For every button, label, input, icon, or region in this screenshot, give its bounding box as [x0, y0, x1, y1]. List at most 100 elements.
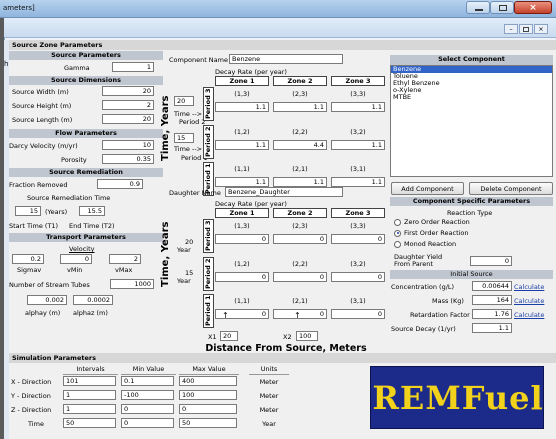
minimize-button[interactable] — [466, 1, 490, 14]
list-item[interactable]: o-Xylene — [391, 87, 552, 94]
component-decay-input[interactable] — [331, 140, 385, 150]
daughter-decay-input[interactable] — [215, 234, 269, 244]
mdi-minimize-button[interactable]: – — [504, 24, 518, 34]
width-label: Source Width (m) — [12, 88, 69, 96]
sim-value-input[interactable] — [121, 376, 174, 386]
sim-value-input[interactable] — [179, 376, 237, 386]
x1-input[interactable] — [220, 331, 238, 341]
transport-header: Transport Parameters — [9, 233, 163, 242]
x2-label: X2 — [283, 333, 292, 341]
sim-value-input[interactable] — [63, 376, 116, 386]
component-zone-header: Zone 1 — [215, 76, 269, 86]
mdi-restore-button[interactable] — [519, 24, 533, 34]
close-button[interactable]: × — [514, 1, 552, 14]
conc-calculate-link[interactable]: Calculate — [514, 283, 544, 291]
component-select-panel: Select Component Benzene Toluene Ethyl Ben… — [390, 51, 556, 349]
daughter-decay-label: Decay Rate (per year) — [215, 200, 287, 208]
component-decay-input[interactable] — [215, 177, 269, 187]
sim-value-input[interactable] — [179, 404, 237, 414]
add-component-button[interactable]: Add Component — [391, 182, 464, 195]
daughter-decay-input[interactable] — [331, 309, 385, 319]
component-decay-grid: Zone 1 Zone 2 Zone 3 Period 3 (1,3) (2,3) (3,3… — [203, 76, 389, 196]
first-order-radio[interactable]: First Order Reaction — [394, 229, 469, 237]
vmin-input[interactable] — [60, 254, 92, 264]
retard-input[interactable] — [472, 309, 512, 319]
sim-value-input[interactable] — [63, 404, 116, 414]
maximize-button[interactable] — [490, 1, 514, 14]
gamma-input[interactable] — [112, 62, 154, 72]
vmin-label: vMin — [67, 266, 83, 274]
daughter-decay-input[interactable] — [331, 272, 385, 282]
sim-value-input[interactable] — [63, 390, 116, 400]
sim-column-header: Intervals — [63, 365, 118, 375]
daughter-decay-grid: Zone 1 Zone 2 Zone 3 Period 3 (1,3) (2,3) (3,3… — [203, 208, 389, 328]
sim-value-input[interactable] — [179, 418, 237, 428]
zero-order-label: Zero Order Reaction — [404, 218, 470, 226]
minimize-icon: – — [509, 25, 513, 33]
height-input[interactable] — [102, 100, 154, 110]
monod-radio[interactable]: Monod Reaction — [394, 240, 456, 248]
sim-unit-label: Meter — [259, 378, 279, 386]
zero-order-radio[interactable]: Zero Order Reaction — [394, 218, 470, 226]
retard-calculate-link[interactable]: Calculate — [514, 311, 544, 319]
sim-value-input[interactable] — [121, 404, 174, 414]
t2-input[interactable] — [79, 206, 105, 216]
mass-input[interactable] — [472, 295, 512, 305]
d-t-top: 20 — [185, 238, 194, 246]
daughter-zone-header: Zone 1 — [215, 208, 269, 218]
tubes-input[interactable] — [110, 279, 154, 289]
d-year-top: Year — [177, 246, 191, 254]
component-decay-input[interactable] — [331, 177, 385, 187]
maximize-icon — [499, 5, 507, 11]
first-order-label: First Order Reaction — [404, 229, 469, 237]
porosity-input[interactable] — [102, 154, 154, 164]
sim-value-input[interactable] — [121, 418, 174, 428]
daughter-name-input[interactable] — [225, 187, 343, 197]
sim-title: Simulation Parameters — [9, 353, 556, 363]
alphaz-input[interactable] — [73, 295, 113, 305]
mdi-bar: – × — [4, 18, 556, 38]
daughter-decay-input[interactable] — [215, 272, 269, 282]
component-decay-input[interactable] — [215, 140, 269, 150]
component-name-input[interactable] — [229, 54, 343, 64]
component-decay-input[interactable] — [273, 177, 327, 187]
mdi-close-button[interactable]: × — [534, 24, 548, 34]
length-input[interactable] — [102, 114, 154, 124]
daughter-decay-input[interactable] — [331, 234, 385, 244]
component-decay-input[interactable] — [215, 102, 269, 112]
delete-component-button[interactable]: Delete Component — [469, 182, 553, 195]
daughter-decay-input[interactable] — [273, 272, 327, 282]
years-label: (Years) — [45, 208, 68, 216]
component-decay-input[interactable] — [273, 102, 327, 112]
t-mid-input[interactable] — [174, 133, 194, 143]
list-item[interactable]: MTBE — [391, 94, 552, 101]
fraction-input[interactable] — [97, 179, 143, 189]
component-list[interactable]: Benzene Toluene Ethyl Benzene o-Xylene MTBE — [390, 65, 553, 177]
darcy-input[interactable] — [102, 140, 154, 150]
sim-value-input[interactable] — [63, 418, 116, 428]
width-input[interactable] — [102, 86, 154, 96]
yield-input[interactable] — [470, 256, 512, 266]
t-top-input[interactable] — [174, 96, 194, 106]
mass-calculate-link[interactable]: Calculate — [514, 297, 544, 305]
daughter-decay-input[interactable] — [273, 234, 327, 244]
sim-value-input[interactable] — [121, 390, 174, 400]
component-decay-input[interactable] — [331, 102, 385, 112]
vmax-input[interactable] — [109, 254, 141, 264]
alphay-input[interactable] — [27, 295, 67, 305]
sdecay-input[interactable] — [472, 323, 512, 333]
sim-value-input[interactable] — [179, 390, 237, 400]
vmax-label: vMax — [115, 266, 133, 274]
alphaz-label: alphaz (m) — [73, 309, 108, 317]
radio-off-icon — [394, 218, 401, 226]
sim-column-header: Min Value — [121, 365, 176, 375]
t1-input[interactable] — [15, 206, 41, 216]
component-decay-input[interactable] — [273, 140, 327, 150]
x2-input[interactable] — [296, 331, 318, 341]
sigmav-input[interactable] — [12, 254, 44, 264]
conc-input[interactable] — [472, 281, 512, 291]
daughter-cell-code: (3,3) — [350, 222, 366, 230]
component-cell-code: (1,3) — [234, 90, 250, 98]
window-title: ameters] — [3, 4, 35, 12]
porosity-label: Porosity — [61, 156, 87, 164]
